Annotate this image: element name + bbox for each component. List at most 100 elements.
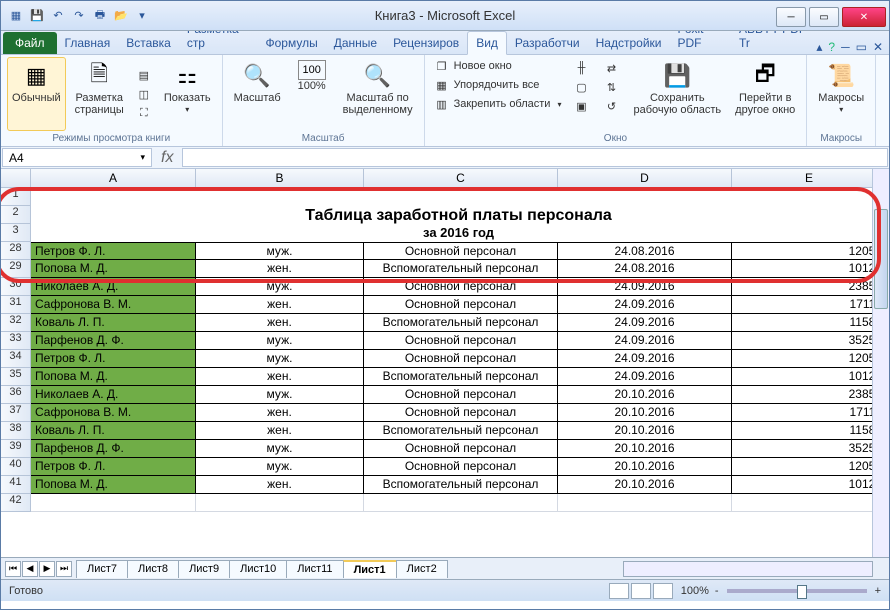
data-cell[interactable]: жен. (196, 314, 364, 332)
row-header[interactable]: 42 (1, 494, 31, 512)
data-cell[interactable]: Основной персонал (364, 458, 558, 476)
data-cell[interactable]: Попова М. Д. (31, 260, 196, 278)
row-header[interactable]: 2 (1, 206, 31, 224)
formula-bar[interactable] (182, 148, 888, 167)
zoom-100-button[interactable]: 100 100% (290, 57, 334, 131)
data-cell[interactable]: 12050 (732, 350, 887, 368)
row-header[interactable]: 32 (1, 314, 31, 332)
data-cell[interactable]: жен. (196, 404, 364, 422)
vertical-scrollbar[interactable] (872, 169, 889, 557)
data-cell[interactable]: Петров Ф. Л. (31, 242, 196, 260)
sheet-tab[interactable]: Лист9 (178, 560, 230, 578)
save-icon[interactable]: 💾 (28, 7, 46, 25)
data-cell[interactable]: 20.10.2016 (558, 440, 732, 458)
empty-cell[interactable] (558, 494, 732, 512)
new-window-button[interactable]: ❐Новое окно (431, 57, 565, 75)
row-header[interactable]: 35 (1, 368, 31, 386)
data-cell[interactable]: 10125 (732, 476, 887, 494)
page-layout-button[interactable]: 🗎 Разметка страницы (70, 57, 129, 131)
data-cell[interactable]: 35254 (732, 332, 887, 350)
data-cell[interactable]: 24.09.2016 (558, 314, 732, 332)
row-header[interactable]: 1 (1, 188, 31, 206)
data-cell[interactable]: 23851 (732, 386, 887, 404)
hide-button[interactable]: ▢ (570, 78, 592, 96)
minimize-button[interactable]: ─ (776, 7, 806, 27)
help-icon[interactable]: ? (828, 40, 835, 54)
data-cell[interactable]: 24.09.2016 (558, 278, 732, 296)
window-restore-icon[interactable]: ▭ (856, 40, 867, 54)
data-cell[interactable]: Сафронова В. М. (31, 404, 196, 422)
title-cell[interactable]: за 2016 год (31, 224, 887, 242)
data-cell[interactable]: Петров Ф. Л. (31, 458, 196, 476)
title-cell[interactable] (31, 188, 887, 206)
data-cell[interactable]: 12050 (732, 458, 887, 476)
data-cell[interactable]: Основной персонал (364, 242, 558, 260)
row-header[interactable]: 38 (1, 422, 31, 440)
tab-formulas[interactable]: Формулы (257, 32, 325, 54)
fx-icon[interactable]: fx (153, 147, 181, 168)
zoom-selection-button[interactable]: 🔍 Масштаб по выделенному (338, 57, 418, 131)
data-cell[interactable]: 24.09.2016 (558, 350, 732, 368)
tab-addins[interactable]: Надстройки (588, 32, 670, 54)
data-cell[interactable]: 23851 (732, 278, 887, 296)
arrange-all-button[interactable]: ▦Упорядочить все (431, 76, 565, 94)
data-cell[interactable]: 20.10.2016 (558, 422, 732, 440)
data-cell[interactable]: Попова М. Д. (31, 368, 196, 386)
data-cell[interactable]: Парфенов Д. Ф. (31, 440, 196, 458)
sheet-tab[interactable]: Лист7 (76, 560, 128, 578)
column-header[interactable]: A (31, 169, 196, 188)
data-cell[interactable]: Вспомогательный персонал (364, 368, 558, 386)
horizontal-scrollbar[interactable] (623, 561, 873, 577)
window-close-icon[interactable]: ✕ (873, 40, 883, 54)
data-cell[interactable]: 12050 (732, 242, 887, 260)
zoom-button[interactable]: 🔍 Масштаб (229, 57, 286, 131)
data-cell[interactable]: 24.09.2016 (558, 368, 732, 386)
empty-cell[interactable] (196, 494, 364, 512)
data-cell[interactable]: Основной персонал (364, 350, 558, 368)
data-cell[interactable]: Основной персонал (364, 296, 558, 314)
normal-view-button[interactable]: ▦ Обычный (7, 57, 66, 131)
data-cell[interactable]: жен. (196, 422, 364, 440)
column-header[interactable]: E (732, 169, 887, 188)
sheet-tab[interactable]: Лист10 (229, 560, 287, 578)
sheet-first-icon[interactable]: ⏮ (5, 561, 21, 577)
data-cell[interactable]: 20.10.2016 (558, 458, 732, 476)
zoom-plus[interactable]: + (875, 585, 881, 597)
data-cell[interactable]: Основной персонал (364, 386, 558, 404)
data-cell[interactable]: муж. (196, 242, 364, 260)
redo-icon[interactable]: ↷ (70, 7, 88, 25)
chevron-down-icon[interactable]: ▾ (140, 152, 145, 163)
unhide-button[interactable]: ▣ (570, 97, 592, 115)
data-cell[interactable]: 24.08.2016 (558, 242, 732, 260)
sheet-tab[interactable]: Лист2 (396, 560, 448, 578)
qat-dropdown-icon[interactable]: ▾ (133, 7, 151, 25)
data-cell[interactable]: Парфенов Д. Ф. (31, 332, 196, 350)
data-cell[interactable]: Николаев А. Д. (31, 278, 196, 296)
pagelayout-shortcut[interactable] (631, 583, 651, 599)
data-cell[interactable]: Вспомогательный персонал (364, 422, 558, 440)
row-header[interactable]: 39 (1, 440, 31, 458)
row-header[interactable]: 28 (1, 242, 31, 260)
row-header[interactable]: 34 (1, 350, 31, 368)
tab-home[interactable]: Главная (57, 32, 119, 54)
row-header[interactable]: 36 (1, 386, 31, 404)
data-cell[interactable]: 20.10.2016 (558, 404, 732, 422)
empty-cell[interactable] (364, 494, 558, 512)
switch-window-button[interactable]: 🗗 Перейти в другое окно (730, 57, 800, 131)
row-header[interactable]: 41 (1, 476, 31, 494)
fullscreen-button[interactable]: ⛶ (133, 104, 155, 122)
data-cell[interactable]: 20.10.2016 (558, 386, 732, 404)
data-cell[interactable]: Николаев А. Д. (31, 386, 196, 404)
data-cell[interactable]: Петров Ф. Л. (31, 350, 196, 368)
maximize-button[interactable]: ▭ (809, 7, 839, 27)
data-cell[interactable]: Основной персонал (364, 404, 558, 422)
sync-scroll-button[interactable]: ⇄ (600, 59, 622, 77)
split-button[interactable]: ╫ (570, 59, 592, 77)
window-min-icon[interactable]: ─ (841, 40, 850, 54)
data-cell[interactable]: 11580 (732, 314, 887, 332)
row-header[interactable]: 33 (1, 332, 31, 350)
custom-views-button[interactable]: ◫ (133, 85, 155, 103)
data-cell[interactable]: 35254 (732, 440, 887, 458)
row-header[interactable]: 3 (1, 224, 31, 242)
worksheet[interactable]: ABCDE12Таблица заработной платы персонал… (1, 169, 889, 557)
